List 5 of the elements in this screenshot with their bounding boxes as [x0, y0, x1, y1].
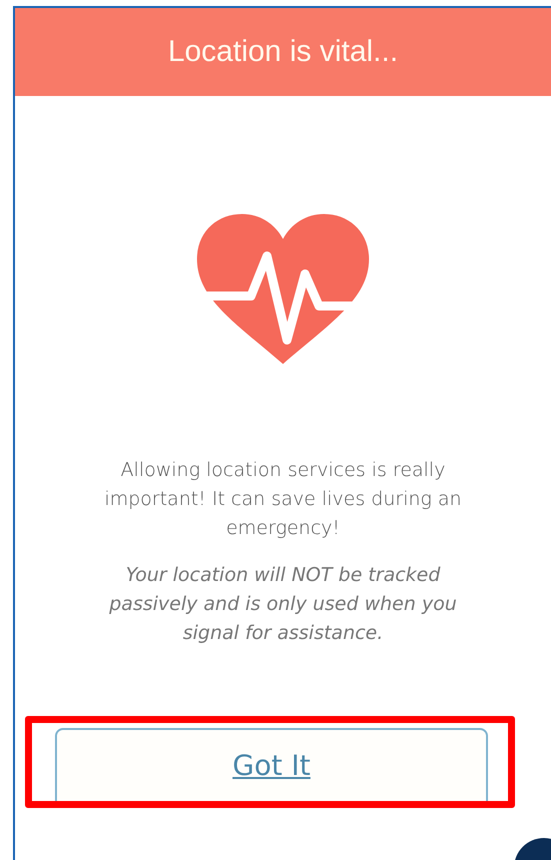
dialog-title: Location is vital... — [15, 8, 551, 96]
privacy-note: Your location will NOT be tracked passively and is only used when you signal for assistance. — [108, 563, 458, 646]
heartbeat-icon — [197, 214, 369, 364]
got-it-button[interactable]: Got It — [55, 728, 488, 801]
message-text: Allowing location services is really important! It can save lives during an emergency! — [103, 458, 463, 541]
